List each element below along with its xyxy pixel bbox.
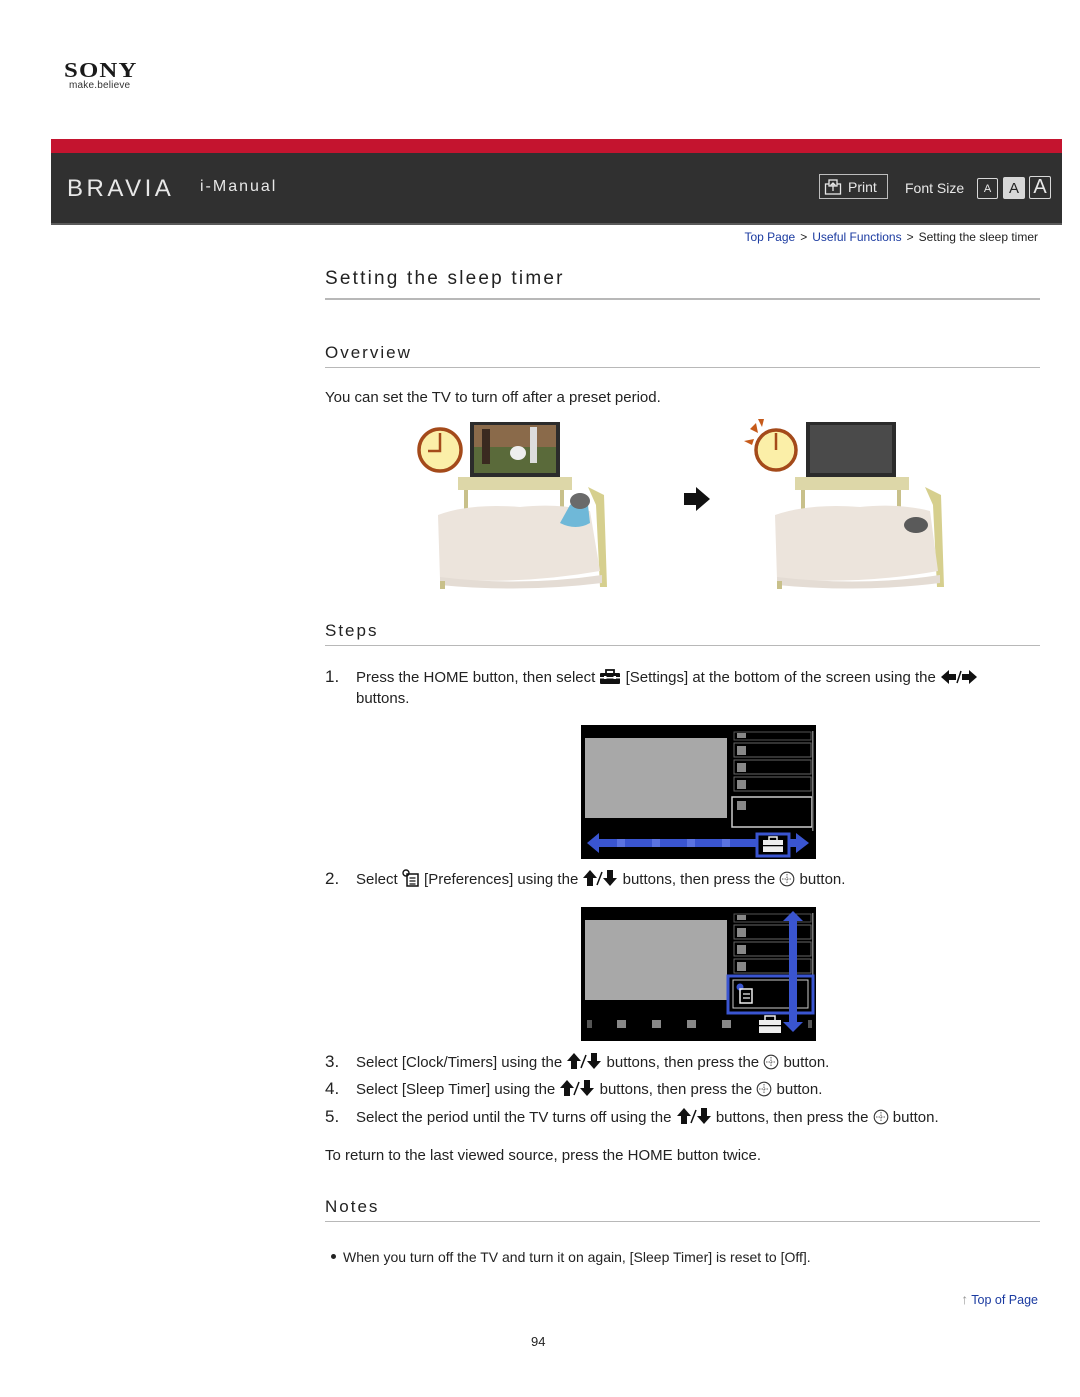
settings-menu-preferences-screenshot bbox=[581, 907, 816, 1041]
breadcrumb-current: Setting the sleep timer bbox=[918, 230, 1038, 244]
print-icon bbox=[824, 178, 842, 195]
up-down-arrows-icon bbox=[560, 1080, 595, 1096]
steps-heading: Steps bbox=[325, 621, 379, 640]
enter-button-icon bbox=[780, 871, 795, 887]
step-text: buttons, then press the bbox=[602, 1054, 764, 1071]
step-3: 3. Select [Clock/Timers] using the button… bbox=[325, 1052, 829, 1072]
breadcrumb-separator: > bbox=[906, 230, 914, 244]
sleep-timer-illustration bbox=[417, 419, 944, 589]
font-size-label: Font Size bbox=[905, 180, 965, 196]
bullet-icon bbox=[331, 1254, 336, 1259]
header-divider bbox=[51, 223, 1062, 225]
settings-icon bbox=[600, 669, 621, 684]
step-5: 5. Select the period until the TV turns o… bbox=[325, 1107, 939, 1127]
right-arrow-icon bbox=[684, 487, 710, 511]
step-text: Select [Clock/Timers] using the bbox=[356, 1054, 567, 1071]
scene-tv-off bbox=[744, 419, 944, 589]
top-of-page-link[interactable]: ↑ Top of Page bbox=[961, 1291, 1038, 1307]
step-number: 5. bbox=[325, 1107, 340, 1126]
left-right-arrows-icon bbox=[940, 670, 977, 684]
step-text: Press the HOME button, then select bbox=[356, 669, 600, 686]
notes-heading: Notes bbox=[325, 1197, 380, 1216]
overview-divider bbox=[325, 367, 1040, 368]
step-number: 4. bbox=[325, 1079, 340, 1098]
note-item: When you turn off the TV and turn it on … bbox=[331, 1249, 811, 1265]
step-text: buttons, then press the bbox=[618, 871, 780, 888]
overview-text: You can set the TV to turn off after a p… bbox=[325, 389, 661, 406]
page-title: Setting the sleep timer bbox=[325, 268, 565, 289]
breadcrumb-separator: > bbox=[800, 230, 808, 244]
enter-button-icon bbox=[763, 1054, 779, 1070]
step-number: 3. bbox=[325, 1052, 340, 1071]
header-bar: BRAVIA i-Manual Print Font Size A A A bbox=[51, 139, 1062, 225]
step-text: [Settings] at the bottom of the screen u… bbox=[621, 669, 940, 686]
step-text: Select the period until the TV turns off… bbox=[356, 1109, 676, 1126]
step-1-continuation: buttons. bbox=[356, 690, 410, 707]
step-1: 1. Press the HOME button, then select [Se… bbox=[325, 667, 978, 687]
steps-divider bbox=[325, 645, 1040, 646]
step-text: buttons, then press the bbox=[711, 1109, 873, 1126]
notes-divider bbox=[325, 1221, 1040, 1222]
up-arrow-icon: ↑ bbox=[961, 1291, 969, 1307]
step-2: 2. Select [Preferences] using the buttons… bbox=[325, 869, 845, 889]
print-label: Print bbox=[848, 178, 877, 195]
step-text: button. bbox=[772, 1081, 823, 1098]
step-text: button. bbox=[779, 1054, 830, 1071]
enter-button-icon bbox=[757, 1081, 772, 1097]
note-text: When you turn off the TV and turn it on … bbox=[343, 1249, 811, 1265]
overview-heading: Overview bbox=[325, 343, 412, 362]
up-down-arrows-icon bbox=[567, 1053, 602, 1069]
breadcrumb-top-page[interactable]: Top Page bbox=[744, 230, 795, 244]
step-number: 2. bbox=[325, 869, 340, 888]
title-divider bbox=[325, 298, 1040, 300]
header-accent-stripe bbox=[51, 139, 1062, 153]
step-4: 4. Select [Sleep Timer] using the buttons… bbox=[325, 1079, 822, 1099]
scene-tv-on bbox=[417, 422, 607, 589]
up-down-arrows-icon bbox=[676, 1108, 711, 1124]
step-text: Select [Sleep Timer] using the bbox=[356, 1081, 560, 1098]
up-down-arrows-icon bbox=[583, 870, 618, 886]
bravia-logo: BRAVIA bbox=[67, 175, 175, 202]
print-button[interactable]: Print bbox=[819, 174, 888, 199]
enter-button-icon bbox=[873, 1109, 888, 1125]
top-of-page-label: Top of Page bbox=[971, 1293, 1038, 1307]
manual-title: i-Manual bbox=[200, 178, 278, 195]
page-number: 94 bbox=[531, 1334, 546, 1349]
sony-tagline: make.believe bbox=[69, 80, 131, 91]
step-text: Select bbox=[356, 871, 402, 888]
step-text: button. bbox=[888, 1109, 939, 1126]
step-number: 1. bbox=[325, 667, 340, 686]
font-size-small-button[interactable]: A bbox=[977, 178, 998, 199]
breadcrumb: Top Page > Useful Functions > Setting the sl… bbox=[744, 230, 1038, 244]
breadcrumb-useful-functions[interactable]: Useful Functions bbox=[812, 230, 901, 244]
home-menu-settings-screenshot bbox=[581, 725, 816, 859]
step-text: buttons, then press the bbox=[595, 1081, 757, 1098]
return-instruction: To return to the last viewed source, pre… bbox=[325, 1147, 762, 1164]
preferences-icon bbox=[402, 869, 419, 887]
step-text: [Preferences] using the bbox=[419, 871, 583, 888]
font-size-medium-button[interactable]: A bbox=[1003, 177, 1025, 199]
font-size-large-button[interactable]: A bbox=[1029, 176, 1051, 199]
step-text: button. bbox=[795, 871, 846, 888]
